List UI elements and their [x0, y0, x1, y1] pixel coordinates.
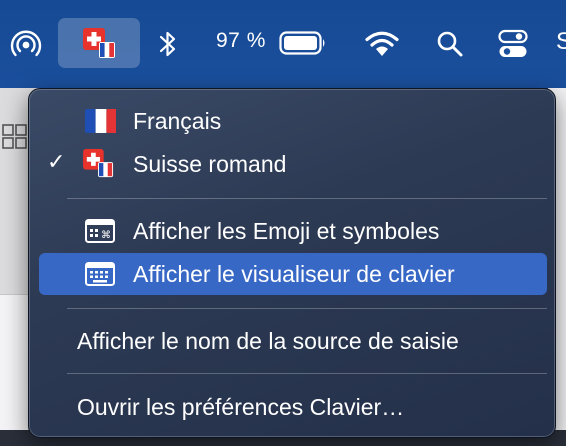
flag-france-icon [85, 109, 116, 133]
menu-item-suisse-romand[interactable]: ✓ Suisse romand [39, 143, 547, 185]
flag-swiss-icon [83, 149, 114, 178]
menu-bar: 97 % S [0, 0, 566, 88]
menu-item-label: Afficher le nom de la source de saisie [77, 327, 459, 354]
airdrop-icon[interactable] [10, 30, 42, 58]
input-source-dropdown-menu: Français ✓ Suisse romand ⌘ Afficher les … [28, 88, 556, 438]
menu-item-label: Français [133, 107, 222, 134]
emoji-viewer-icon: ⌘ [85, 219, 115, 243]
battery-icon[interactable] [279, 31, 327, 55]
grid-view-icon [2, 124, 27, 149]
menu-separator [67, 198, 547, 199]
menu-separator [67, 308, 547, 309]
menu-item-label: Afficher le visualiseur de clavier [133, 260, 455, 287]
input-source-swiss-icon [83, 28, 115, 58]
menu-item-francais[interactable]: Français [39, 100, 547, 142]
menu-item-keyboard-viewer[interactable]: Afficher le visualiseur de clavier [39, 253, 547, 295]
control-center-icon[interactable] [498, 29, 528, 59]
menu-item-show-input-source-name[interactable]: Afficher le nom de la source de saisie [39, 320, 547, 362]
menu-separator [67, 373, 547, 374]
wifi-icon[interactable] [364, 30, 400, 58]
menu-item-label: Ouvrir les préférences Clavier… [77, 393, 405, 420]
menu-item-open-keyboard-preferences[interactable]: Ouvrir les préférences Clavier… [39, 386, 547, 428]
menu-item-label: Afficher les Emoji et symboles [133, 217, 440, 244]
checkmark-icon: ✓ [47, 149, 66, 174]
menubar-clipped-item[interactable]: S [556, 28, 566, 58]
menu-item-label: Suisse romand [133, 150, 287, 177]
svg-text:⌘: ⌘ [101, 230, 111, 241]
bluetooth-icon[interactable] [158, 28, 178, 60]
keyboard-viewer-icon [85, 262, 115, 286]
menu-item-emoji-symbols[interactable]: ⌘ Afficher les Emoji et symboles [39, 210, 547, 252]
battery-percentage[interactable]: 97 % [216, 29, 266, 53]
search-icon[interactable] [436, 30, 464, 58]
